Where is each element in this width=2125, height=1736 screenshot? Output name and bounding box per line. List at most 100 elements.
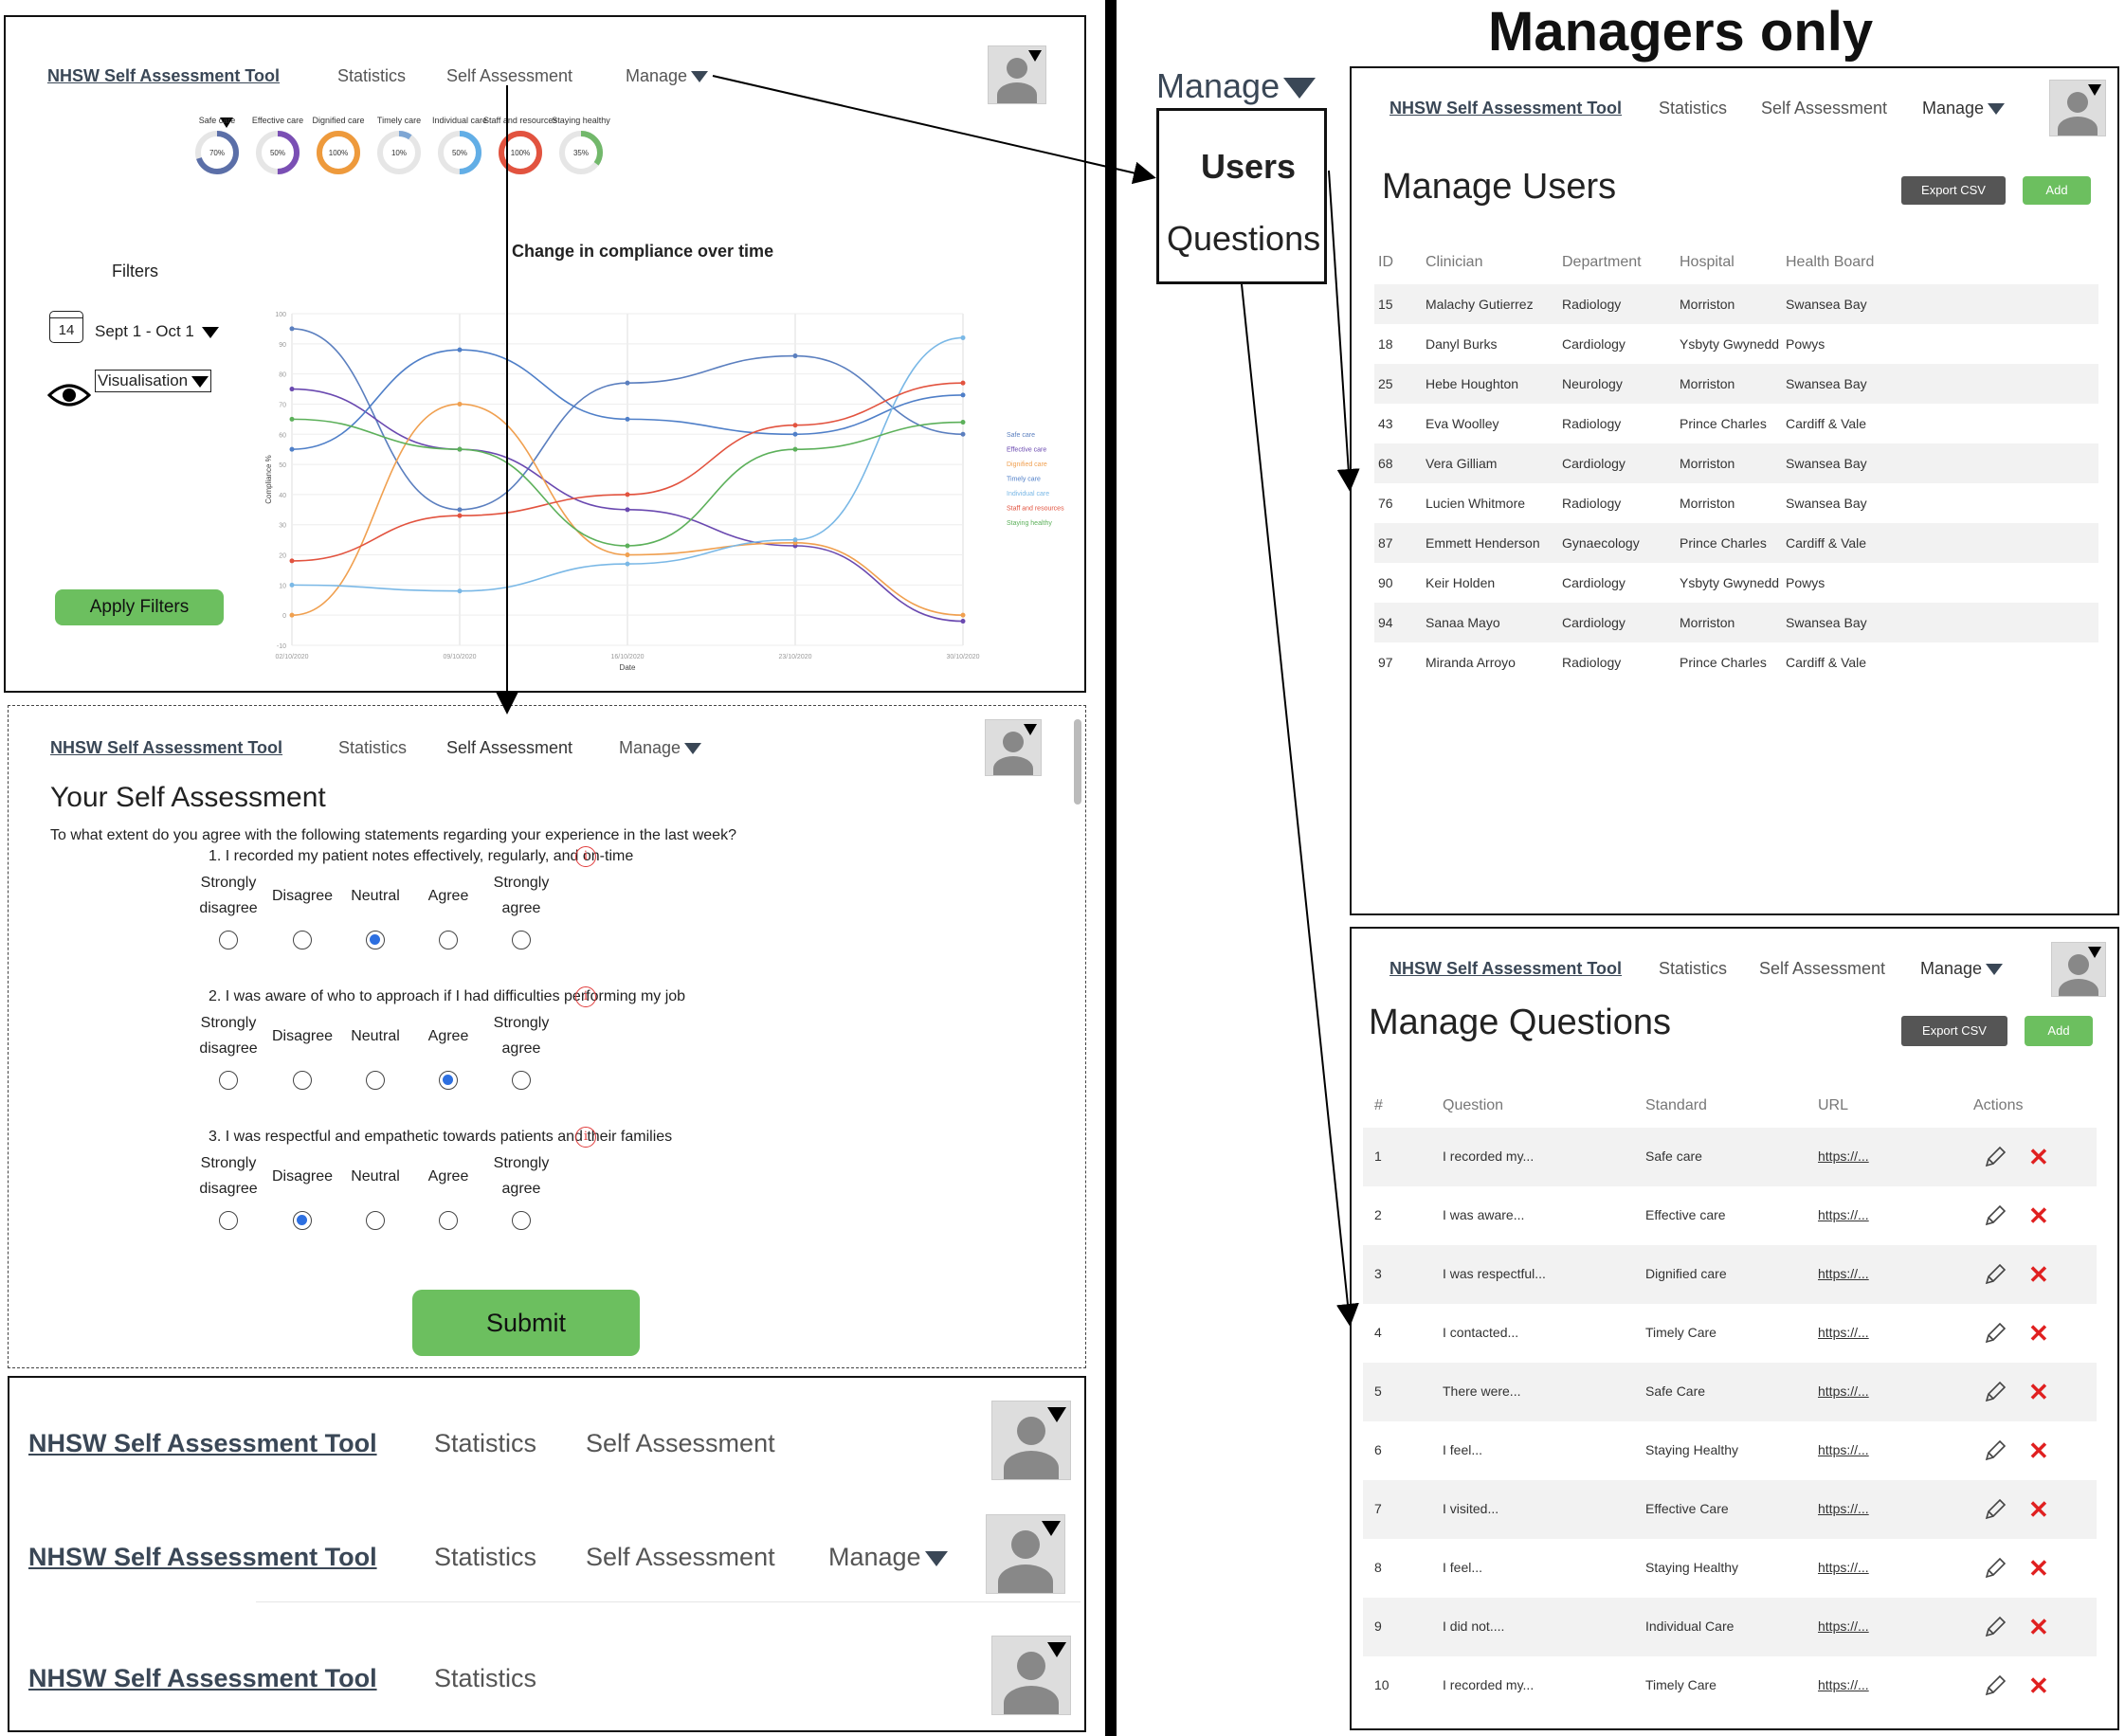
table-row[interactable]: 68 Vera Gilliam Cardiology Morriston Swansea… xyxy=(1374,443,2098,483)
avatar[interactable] xyxy=(991,1636,1071,1715)
edit-pencil-icon[interactable] xyxy=(1983,1497,2007,1522)
edit-pencil-icon[interactable] xyxy=(1983,1262,2007,1287)
nav-statistics[interactable]: Statistics xyxy=(434,1664,536,1693)
nav-manage[interactable]: Manage xyxy=(1920,959,2004,979)
edit-pencil-icon[interactable] xyxy=(1983,1380,2007,1404)
answer-radio[interactable] xyxy=(512,1211,531,1230)
url-link[interactable]: https://... xyxy=(1818,1560,1869,1575)
avatar[interactable] xyxy=(2051,942,2106,997)
delete-x-icon[interactable]: ✕ xyxy=(2028,1262,2049,1287)
nav-statistics[interactable]: Statistics xyxy=(1659,959,1727,979)
info-icon[interactable]: i xyxy=(575,986,596,1007)
answer-radio[interactable] xyxy=(293,1211,312,1230)
delete-x-icon[interactable]: ✕ xyxy=(2028,1497,2049,1522)
table-row[interactable]: 76 Lucien Whitmore Radiology Morriston Swans… xyxy=(1374,483,2098,523)
avatar[interactable] xyxy=(986,1514,1065,1594)
table-row[interactable]: 25 Hebe Houghton Neurology Morriston Swansea… xyxy=(1374,364,2098,404)
brand-link[interactable]: NHSW Self Assessment Tool xyxy=(50,738,282,758)
nav-statistics[interactable]: Statistics xyxy=(1659,99,1727,118)
table-row[interactable]: 43 Eva Woolley Radiology Prince Charles Card… xyxy=(1374,404,2098,443)
delete-x-icon[interactable]: ✕ xyxy=(2028,1615,2049,1639)
apply-filters-button[interactable]: Apply Filters xyxy=(55,589,224,625)
answer-radio[interactable] xyxy=(439,1071,458,1090)
delete-x-icon[interactable]: ✕ xyxy=(2028,1203,2049,1228)
nav-statistics[interactable]: Statistics xyxy=(338,738,407,758)
date-range-select[interactable]: Sept 1 - Oct 1 xyxy=(95,322,219,341)
info-icon[interactable]: i xyxy=(575,1127,596,1148)
brand-link[interactable]: NHSW Self Assessment Tool xyxy=(28,1543,377,1572)
table-row[interactable]: 87 Emmett Henderson Gynaecology Prince Char… xyxy=(1374,523,2098,563)
nav-manage[interactable]: Manage xyxy=(1922,99,2006,118)
brand-link[interactable]: NHSW Self Assessment Tool xyxy=(28,1664,377,1693)
edit-pencil-icon[interactable] xyxy=(1983,1673,2007,1698)
answer-radio[interactable] xyxy=(439,931,458,949)
edit-pencil-icon[interactable] xyxy=(1983,1615,2007,1639)
nav-self-assessment[interactable]: Self Assessment xyxy=(586,1543,775,1572)
submit-button[interactable]: Submit xyxy=(412,1290,640,1356)
edit-pencil-icon[interactable] xyxy=(1983,1556,2007,1581)
nav-statistics[interactable]: Statistics xyxy=(337,66,406,86)
url-link[interactable]: https://... xyxy=(1818,1501,1869,1516)
visualisation-select[interactable]: Visualisation xyxy=(95,370,212,392)
table-row[interactable]: 94 Sanaa Mayo Cardiology Morriston Swansea B… xyxy=(1374,603,2098,642)
url-link[interactable]: https://... xyxy=(1818,1677,1869,1692)
scrollbar[interactable] xyxy=(1074,719,1081,805)
add-user-button[interactable]: Add xyxy=(2023,176,2091,205)
table-row[interactable]: 3 I was respectful... Dignified care https:… xyxy=(1363,1245,2097,1304)
answer-radio[interactable] xyxy=(293,1071,312,1090)
menu-item-users[interactable]: Users xyxy=(1201,147,1296,187)
answer-radio[interactable] xyxy=(439,1211,458,1230)
answer-radio[interactable] xyxy=(293,931,312,949)
edit-pencil-icon[interactable] xyxy=(1983,1203,2007,1228)
avatar[interactable] xyxy=(2049,80,2106,136)
table-row[interactable]: 7 I visited... Effective Care https://... ✕ xyxy=(1363,1480,2097,1539)
edit-pencil-icon[interactable] xyxy=(1983,1145,2007,1169)
url-link[interactable]: https://... xyxy=(1818,1148,1869,1164)
answer-radio[interactable] xyxy=(366,1071,385,1090)
brand-link[interactable]: NHSW Self Assessment Tool xyxy=(1389,959,1622,979)
table-row[interactable]: 6 I feel... Staying Healthy https://... ✕ xyxy=(1363,1421,2097,1480)
delete-x-icon[interactable]: ✕ xyxy=(2028,1321,2049,1346)
add-question-button[interactable]: Add xyxy=(2025,1016,2093,1046)
table-row[interactable]: 90 Keir Holden Cardiology Ysbyty Gwynedd Pow… xyxy=(1374,563,2098,603)
manage-menu-title[interactable]: Manage xyxy=(1156,66,1317,106)
table-row[interactable]: 2 I was aware... Effective care https://...… xyxy=(1363,1186,2097,1245)
table-row[interactable]: 4 I contacted... Timely Care https://... ✕ xyxy=(1363,1304,2097,1363)
menu-item-questions[interactable]: Questions xyxy=(1167,219,1320,259)
calendar-icon[interactable]: 14 xyxy=(49,311,83,343)
brand-link[interactable]: NHSW Self Assessment Tool xyxy=(28,1429,377,1458)
answer-radio[interactable] xyxy=(219,1211,238,1230)
edit-pencil-icon[interactable] xyxy=(1983,1438,2007,1463)
avatar[interactable] xyxy=(985,719,1042,776)
edit-pencil-icon[interactable] xyxy=(1983,1321,2007,1346)
url-link[interactable]: https://... xyxy=(1818,1266,1869,1281)
url-link[interactable]: https://... xyxy=(1818,1618,1869,1634)
export-csv-button[interactable]: Export CSV xyxy=(1901,1016,2007,1046)
nav-self-assessment[interactable]: Self Assessment xyxy=(586,1429,775,1458)
table-row[interactable]: 5 There were... Safe Care https://... ✕ xyxy=(1363,1363,2097,1421)
delete-x-icon[interactable]: ✕ xyxy=(2028,1145,2049,1169)
nav-self-assessment[interactable]: Self Assessment xyxy=(446,738,572,758)
nav-manage[interactable]: Manage xyxy=(619,738,702,758)
url-link[interactable]: https://... xyxy=(1818,1442,1869,1457)
nav-manage[interactable]: Manage xyxy=(828,1543,948,1572)
nav-self-assessment[interactable]: Self Assessment xyxy=(446,66,572,86)
answer-radio[interactable] xyxy=(366,1211,385,1230)
delete-x-icon[interactable]: ✕ xyxy=(2028,1556,2049,1581)
info-icon[interactable]: i xyxy=(575,846,596,867)
answer-radio[interactable] xyxy=(219,1071,238,1090)
avatar[interactable] xyxy=(988,45,1046,104)
avatar[interactable] xyxy=(991,1401,1071,1480)
answer-radio[interactable] xyxy=(512,931,531,949)
nav-self-assessment[interactable]: Self Assessment xyxy=(1759,959,1885,979)
nav-self-assessment[interactable]: Self Assessment xyxy=(1761,99,1887,118)
export-csv-button[interactable]: Export CSV xyxy=(1901,176,2006,205)
table-row[interactable]: 97 Miranda Arroyo Radiology Prince Charles C… xyxy=(1374,642,2098,682)
nav-statistics[interactable]: Statistics xyxy=(434,1429,536,1458)
nav-statistics[interactable]: Statistics xyxy=(434,1543,536,1572)
url-link[interactable]: https://... xyxy=(1818,1207,1869,1222)
table-row[interactable]: 1 I recorded my... Safe care https://... ✕ xyxy=(1363,1128,2097,1186)
table-row[interactable]: 10 I recorded my... Timely Care https://...… xyxy=(1363,1656,2097,1715)
answer-radio[interactable] xyxy=(219,931,238,949)
table-row[interactable]: 15 Malachy Gutierrez Radiology Morriston Swa… xyxy=(1374,284,2098,324)
